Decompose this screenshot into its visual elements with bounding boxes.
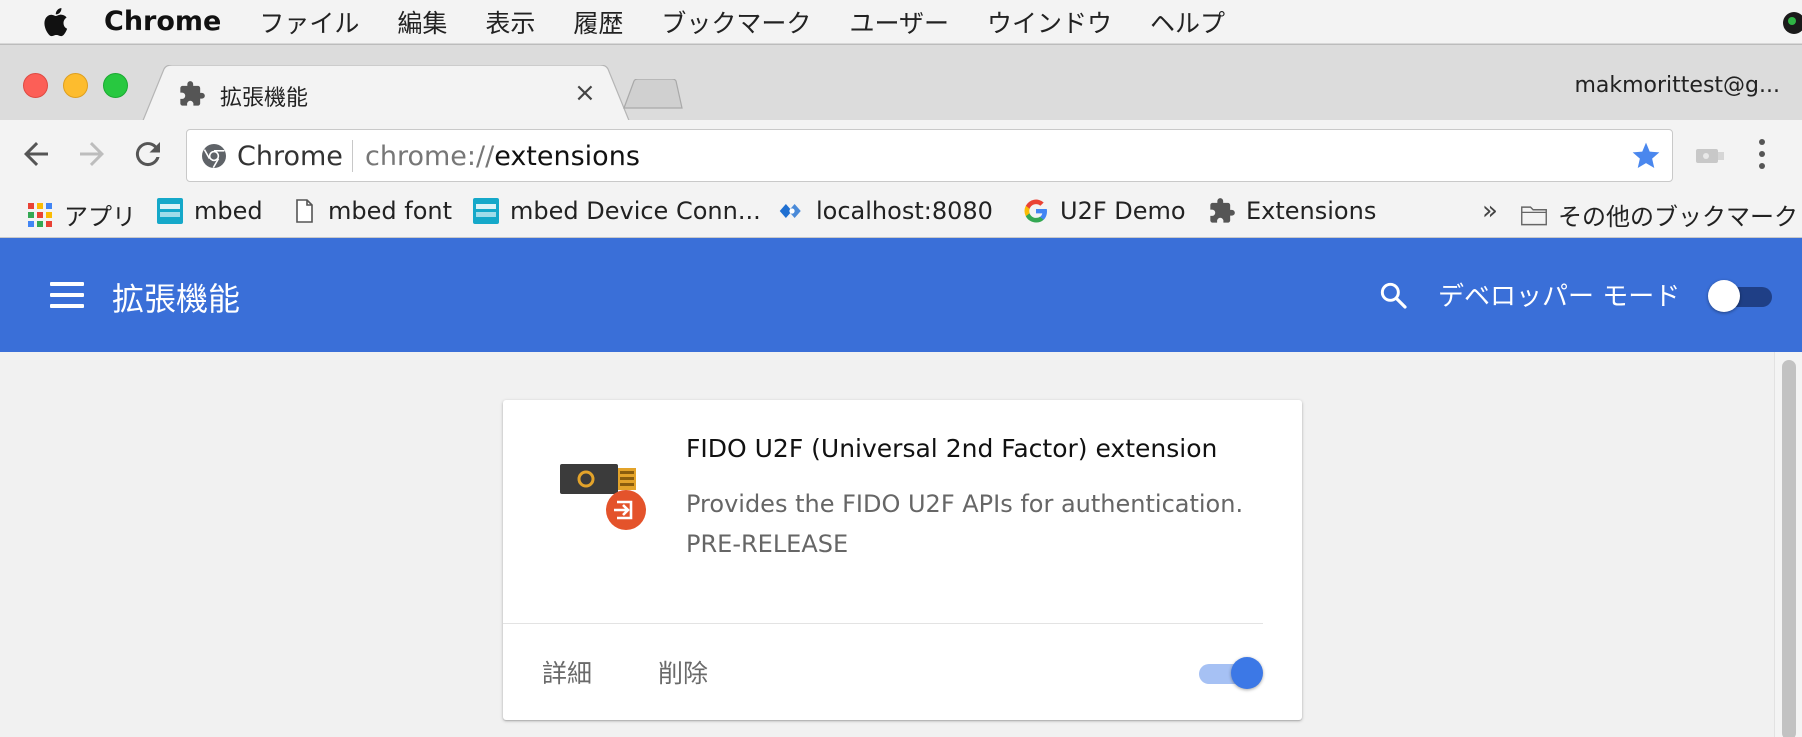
search-icon[interactable] [1377,279,1409,311]
bookmark-mbed-device-connector[interactable]: mbed Device Conn... [472,197,761,225]
bookmark-apps[interactable]: アプリ [26,197,136,232]
extension-description: Provides the FIDO U2F APIs for authentic… [686,490,1244,518]
bookmark-extensions[interactable]: Extensions [1208,197,1376,225]
bookmark-label: Extensions [1246,197,1377,225]
menu-window[interactable]: ウインドウ [987,4,1112,40]
extension-name: FIDO U2F (Universal 2nd Factor) extensio… [686,434,1218,463]
chrome-logo-icon [201,143,227,169]
extension-description-block: Provides the FIDO U2F APIs for authentic… [686,484,1246,564]
bookmark-localhost[interactable]: localhost:8080 [778,197,993,225]
omnibox-divider [352,140,353,172]
hamburger-menu-icon[interactable] [50,282,84,308]
other-bookmarks-folder[interactable]: その他のブックマーク [1520,197,1798,232]
menu-edit[interactable]: 編集 [397,4,447,40]
browser-toolbar: Chrome chrome://extensions [0,120,1802,190]
chrome-menu-icon[interactable] [1756,136,1768,172]
menu-history[interactable]: 履歴 [573,4,623,40]
puzzle-icon [1208,197,1236,225]
window-close-button[interactable] [23,73,48,98]
card-divider [503,623,1263,624]
back-arrow-icon[interactable] [18,136,54,172]
secure-chip-label: Chrome [237,141,343,172]
page-icon [290,197,318,225]
bookmark-u2f-demo[interactable]: U2F Demo [1022,197,1186,225]
bookmark-label: mbed [194,197,263,225]
url-text[interactable]: chrome://extensions [365,141,640,172]
bookmark-label: mbed Device Conn... [510,197,761,225]
remove-button[interactable]: 削除 [658,654,708,690]
apple-icon[interactable] [40,7,70,37]
puzzle-icon [178,80,206,108]
status-menu-icon[interactable] [1772,8,1802,38]
menu-help[interactable]: ヘルプ [1150,4,1225,40]
active-tab[interactable] [142,65,630,123]
reload-icon[interactable] [130,136,166,172]
url-host: extensions [494,141,640,172]
profile-name[interactable]: makmorittest@g... [1574,73,1780,98]
tab-title: 拡張機能 [220,86,309,111]
bookmark-star-icon[interactable] [1630,140,1662,172]
extensions-header: 拡張機能 デベロッパー モード [0,238,1802,352]
extension-enable-toggle[interactable] [1199,656,1265,690]
new-tab-button[interactable] [622,79,684,109]
arm-mbed-icon [472,197,500,225]
tab-strip: 拡張機能 × makmorittest@g... [0,44,1802,123]
apps-grid-icon [26,201,54,229]
bookmark-label: U2F Demo [1060,197,1186,225]
menu-bookmarks[interactable]: ブックマーク [661,4,811,40]
address-bar[interactable]: Chrome chrome://extensions [186,129,1673,182]
scrollbar-thumb[interactable] [1782,360,1796,737]
bookmark-label: その他のブックマーク [1558,203,1798,231]
bookmark-mbed[interactable]: mbed [156,197,263,225]
page-scrollbar[interactable] [1774,352,1802,737]
localhost-icon [778,197,806,225]
arm-mbed-icon [156,197,184,225]
bookmarks-overflow-chevron[interactable]: » [1482,196,1498,226]
developer-mode-toggle[interactable] [1708,279,1772,313]
bookmark-mbed-font[interactable]: mbed font [290,197,452,225]
details-button[interactable]: 詳細 [542,654,592,690]
toggle-knob [1231,657,1263,689]
menu-users[interactable]: ユーザー [849,4,949,40]
extension-card: FIDO U2F (Universal 2nd Factor) extensio… [503,400,1302,720]
bookmark-label: アプリ [64,203,136,231]
usb-security-key-icon [556,452,652,532]
bookmark-label: mbed font [328,197,452,225]
window-zoom-button[interactable] [103,73,128,98]
toggle-knob [1708,280,1740,312]
folder-icon [1520,201,1548,229]
bookmarks-bar: アプリ mbed mbed font mbed Device Conn... l… [0,190,1802,238]
forward-arrow-icon[interactable] [74,136,110,172]
extension-tag: PRE-RELEASE [686,530,849,558]
menu-view[interactable]: 表示 [485,4,535,40]
url-scheme: chrome:// [365,141,495,172]
page-title: 拡張機能 [112,280,241,318]
menu-file[interactable]: ファイル [259,4,359,40]
macos-menu-bar: Chrome ファイル 編集 表示 履歴 ブックマーク ユーザー ウインドウ ヘ… [0,0,1802,44]
google-icon [1022,197,1050,225]
extension-toolbar-icon[interactable] [1694,144,1726,168]
window-minimize-button[interactable] [63,73,88,98]
tab-close-button[interactable]: × [574,78,596,108]
menu-app-name[interactable]: Chrome [104,6,221,37]
developer-mode-label: デベロッパー モード [1438,282,1681,312]
bookmark-label: localhost:8080 [816,197,993,225]
